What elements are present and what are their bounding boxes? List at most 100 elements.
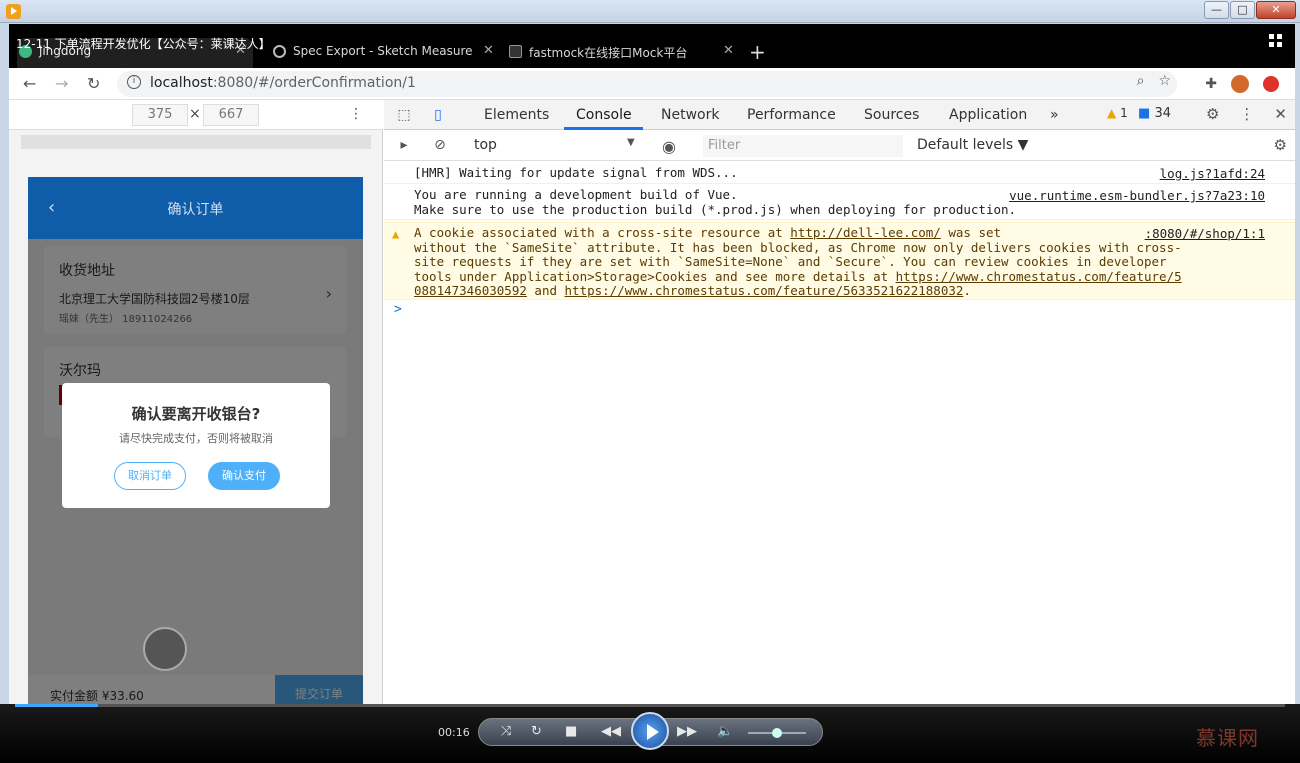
- message-text: A cookie associated with a cross-site re…: [414, 225, 1002, 241]
- tab-close-icon[interactable]: ✕: [483, 43, 494, 58]
- url-input[interactable]: i localhost:8080/#/orderConfirmation/1: [117, 71, 1177, 97]
- close-window-button[interactable]: ✕: [1256, 1, 1296, 19]
- tab-console[interactable]: Console: [576, 107, 632, 123]
- console-prompt[interactable]: >: [394, 302, 402, 317]
- dialog-subtitle: 请尽快完成支付，否则将被取消: [119, 432, 273, 445]
- chromestatus-link-2[interactable]: https://www.chromestatus.com/feature/563…: [565, 283, 964, 298]
- player-logo-icon: [6, 4, 21, 19]
- console-toolbar: ▸ ⊘ top ▼ ◉ Filter Default levels ▼ ⚙: [384, 131, 1295, 161]
- extension-red-icon[interactable]: [1263, 76, 1279, 92]
- chromestatus-link-1-cont[interactable]: 088147346030592: [414, 283, 527, 298]
- message-text: without the `SameSite` attribute. It has…: [414, 239, 1182, 255]
- tab-sources[interactable]: Sources: [864, 107, 919, 123]
- sidebar-toggle-icon[interactable]: ▸: [396, 137, 412, 153]
- text-span: was set: [940, 225, 1002, 240]
- confirm-pay-button[interactable]: 确认支付: [208, 462, 280, 490]
- source-link[interactable]: log.js?1afd:24: [1160, 166, 1265, 181]
- maximize-button[interactable]: □: [1230, 1, 1255, 19]
- forward-arrow-icon[interactable]: →: [55, 74, 68, 93]
- tab-fastmock[interactable]: fastmock在线接口Mock平台 ✕: [507, 38, 737, 68]
- inspect-element-icon[interactable]: ⬚: [396, 107, 412, 123]
- tab-strip: 12-11 下单流程开发优化【公众号：莱课达人】 jingdong ✕ Spec…: [9, 24, 1295, 68]
- log-levels-dropdown[interactable]: Default levels ▼: [917, 137, 1028, 153]
- site-info-icon[interactable]: i: [127, 75, 141, 89]
- page-title: 确认订单: [167, 202, 224, 218]
- message-text: 088147346030592 and https://www.chromest…: [414, 283, 971, 299]
- globe-favicon-icon: [273, 45, 286, 58]
- browser-window: 12-11 下单流程开发优化【公众号：莱课达人】 jingdong ✕ Spec…: [9, 24, 1295, 714]
- device-emulation-pane: 375 × 667 ⋮ 收货地址 北京理工大学国防科技园2号楼10层 瑶妹（先生…: [9, 100, 383, 714]
- minimize-button[interactable]: —: [1204, 1, 1229, 19]
- close-devtools-icon[interactable]: ✕: [1274, 105, 1287, 123]
- cancel-order-button[interactable]: 取消订单: [114, 462, 186, 490]
- player-controls: 00:16 ⤨ ↻ ■ ◀◀ ▶▶ 🔈 慕课网: [0, 704, 1300, 763]
- device-width-input[interactable]: 375: [132, 104, 188, 126]
- console-message: [HMR] Waiting for update signal from WDS…: [384, 162, 1295, 184]
- device-toggle-icon[interactable]: ▯: [430, 107, 446, 123]
- devtools-actions: ⚙ ⋮ ✕: [1206, 105, 1287, 123]
- back-arrow-icon[interactable]: ←: [23, 74, 36, 93]
- url-host: localhost: [150, 75, 213, 91]
- bookmark-star-icon[interactable]: ☆: [1158, 73, 1171, 89]
- dell-lee-link[interactable]: http://dell-lee.com/: [790, 225, 941, 240]
- stop-icon[interactable]: ■: [565, 724, 577, 739]
- zoom-icon[interactable]: ⌕: [1137, 73, 1145, 89]
- profile-avatar[interactable]: [1231, 75, 1249, 93]
- rewind-icon[interactable]: ◀◀: [601, 724, 621, 739]
- toolbar-right: ✚: [1205, 75, 1279, 93]
- device-menu-icon[interactable]: ⋮: [349, 106, 363, 122]
- console-filter-input[interactable]: Filter: [703, 135, 903, 157]
- url-path: :8080/#/orderConfirmation/1: [212, 75, 416, 91]
- tab-elements[interactable]: Elements: [484, 107, 549, 123]
- tab-application[interactable]: Application: [949, 107, 1027, 123]
- source-link[interactable]: :8080/#/shop/1:1: [1145, 226, 1265, 241]
- live-expression-eye-icon[interactable]: ◉: [662, 137, 680, 156]
- new-tab-icon[interactable]: +: [749, 40, 766, 64]
- message-text: tools under Application>Storage>Cookies …: [414, 268, 1182, 285]
- source-link[interactable]: vue.runtime.esm-bundler.js?7a23:10: [1009, 188, 1265, 203]
- more-tabs-button[interactable]: »: [1050, 107, 1059, 123]
- media-query-ruler: [21, 135, 371, 149]
- devtools-panel: ⬚ ▯ Elements Console Network Performance…: [384, 100, 1295, 714]
- message-text: You are running a development build of V…: [414, 187, 738, 202]
- settings-gear-icon[interactable]: ⚙: [1206, 105, 1219, 123]
- message-icon: ■: [1138, 106, 1151, 121]
- repeat-icon[interactable]: ↻: [531, 724, 542, 739]
- fullscreen-grid-icon[interactable]: [1269, 34, 1283, 48]
- text-span: .: [963, 283, 971, 298]
- console-settings-gear-icon[interactable]: ⚙: [1274, 136, 1287, 154]
- dialog-title: 确认要离开收银台?: [131, 405, 261, 423]
- device-toolbar: 375 × 667 ⋮: [9, 100, 383, 130]
- context-selector[interactable]: top: [474, 137, 497, 153]
- warning-count: 1: [1120, 106, 1128, 120]
- text-span: tools under Application>Storage>Cookies …: [414, 268, 896, 284]
- message-count: 34: [1154, 106, 1171, 121]
- tab-network[interactable]: Network: [661, 107, 719, 123]
- clear-console-icon[interactable]: ⊘: [432, 137, 448, 153]
- message-count-badge[interactable]: ■ 34: [1138, 106, 1171, 121]
- phone-viewport: 收货地址 北京理工大学国防科技园2号楼10层 瑶妹（先生） 1891102426…: [28, 177, 363, 713]
- player-titlebar: — □ ✕: [0, 0, 1300, 23]
- fast-forward-icon[interactable]: ▶▶: [677, 724, 697, 739]
- warning-triangle-icon: ▲: [1107, 106, 1117, 120]
- tab-close-icon[interactable]: ✕: [723, 43, 734, 58]
- tab-spec-export[interactable]: Spec Export - Sketch Measure ✕: [271, 38, 501, 68]
- shuffle-icon[interactable]: ⤨: [501, 724, 511, 739]
- warning-triangle-icon: ▲: [392, 227, 400, 241]
- devtools-menu-icon[interactable]: ⋮: [1239, 105, 1254, 123]
- url-text: localhost:8080/#/orderConfirmation/1: [150, 75, 416, 91]
- tab-performance[interactable]: Performance: [747, 107, 836, 123]
- device-height-input[interactable]: 667: [203, 104, 259, 126]
- volume-icon[interactable]: 🔈: [717, 724, 733, 739]
- active-tab-indicator: [564, 127, 643, 130]
- fastmock-favicon-icon: [509, 45, 522, 58]
- message-text: Make sure to use the production build (*…: [414, 201, 1017, 217]
- progress-bar[interactable]: [15, 704, 1285, 707]
- chromestatus-link-1[interactable]: https://www.chromestatus.com/feature/5: [896, 269, 1182, 284]
- warning-count-badge[interactable]: ▲ 1: [1107, 106, 1128, 120]
- reload-icon[interactable]: ↻: [87, 74, 100, 93]
- extensions-puzzle-icon[interactable]: ✚: [1205, 76, 1217, 92]
- elapsed-time: 00:16: [438, 726, 470, 739]
- volume-knob[interactable]: [772, 728, 782, 738]
- play-button[interactable]: [631, 712, 669, 750]
